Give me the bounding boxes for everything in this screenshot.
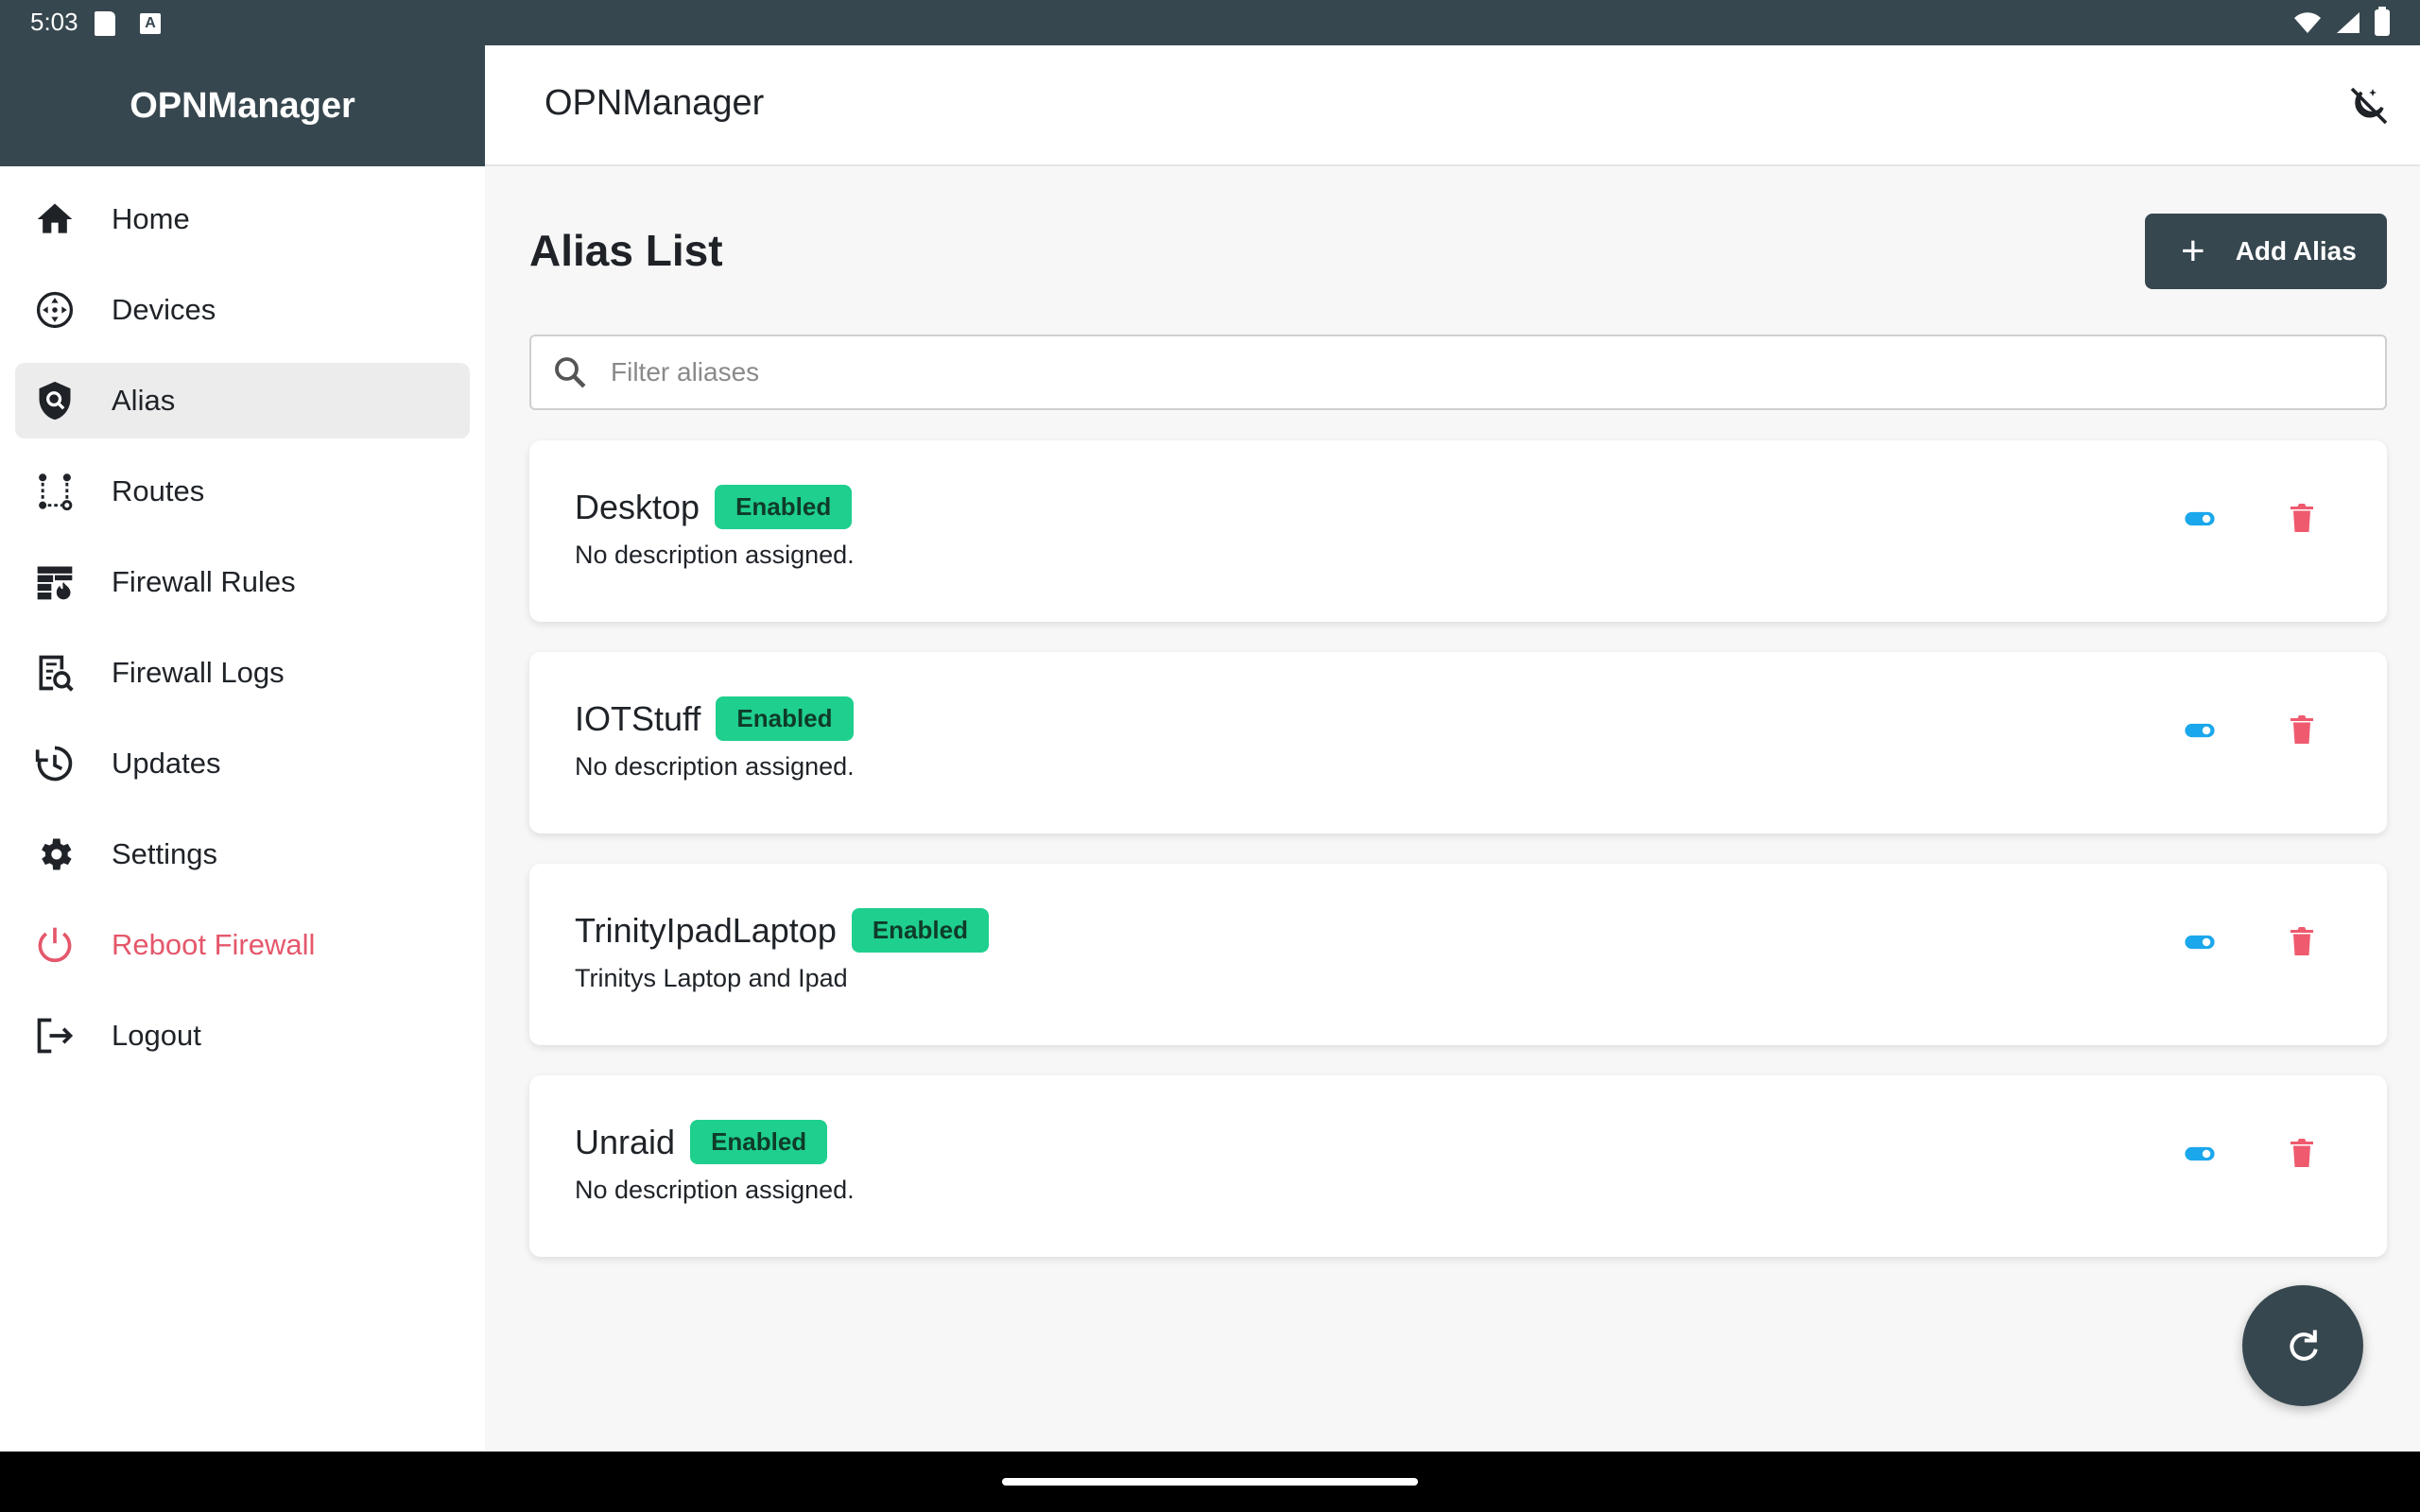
plus-icon: + [2181, 228, 2205, 274]
alias-description: Trinitys Laptop and Ipad [575, 964, 848, 992]
alias-name-row: Unraid Enabled [575, 1120, 828, 1167]
refresh-icon [2290, 1330, 2318, 1361]
alias-card[interactable]: TrinityIpadLaptop Enabled Trinitys Laptop… [529, 864, 2387, 1045]
delete-icon[interactable] [2285, 1134, 2319, 1172]
refresh-button[interactable] [2242, 1285, 2363, 1406]
sidebar-item-label: Reboot Firewall [112, 928, 316, 961]
drawer-nav: Home Devices Alias Routes Firewall Rules [0, 166, 485, 1104]
sidebar-item-settings[interactable]: Settings [15, 816, 470, 892]
alias-name: Desktop [575, 488, 700, 527]
sidebar-item-label: Alias [112, 384, 176, 417]
settings-icon [34, 833, 76, 875]
search-icon [555, 357, 586, 388]
add-alias-button[interactable]: + Add Alias [2145, 214, 2387, 289]
alias-name-row: IOTStuff Enabled [575, 696, 854, 744]
power-icon [34, 924, 76, 966]
signal-icon [2337, 12, 2360, 33]
status-badge: Enabled [716, 696, 854, 741]
sidebar-item-label: Logout [112, 1019, 201, 1052]
alias-name: IOTStuff [575, 699, 701, 739]
toggle-icon[interactable] [2183, 926, 2217, 958]
delete-icon[interactable] [2285, 711, 2319, 748]
sidebar-item-reboot-firewall[interactable]: Reboot Firewall [15, 907, 470, 983]
sidebar-item-label: Routes [112, 474, 205, 507]
status-time: 5:03 [30, 8, 78, 36]
status-badge: Enabled [715, 485, 853, 529]
sidebar-item-label: Settings [112, 837, 218, 870]
alias-name: Unraid [575, 1123, 676, 1162]
main-content: Alias List + Add Alias Desktop Enabled No… [485, 166, 2420, 1452]
logout-icon [34, 1015, 76, 1057]
alias-name: TrinityIpadLaptop [575, 911, 837, 951]
drawer-header: OPNManager [0, 45, 485, 166]
top-app-bar: OPNManager [485, 45, 2420, 166]
firewall-icon [34, 561, 76, 603]
sidebar-item-firewall-logs[interactable]: Firewall Logs [15, 635, 470, 711]
sidebar-item-label: Firewall Rules [112, 565, 296, 598]
sidebar-item-devices[interactable]: Devices [15, 272, 470, 348]
sidebar-item-logout[interactable]: Logout [15, 998, 470, 1074]
status-bar: 5:03 A [0, 0, 2420, 45]
logs-icon [34, 652, 76, 694]
battery-icon [2375, 7, 2390, 36]
app-title: OPNManager [544, 83, 765, 123]
alias-list: Desktop Enabled No description assigned. … [529, 440, 2387, 1287]
alias-card[interactable]: Unraid Enabled No description assigned. [529, 1075, 2387, 1257]
navigation-drawer: OPNManager Home Devices Alias Routes Fir… [0, 45, 485, 1452]
alias-shield-icon [34, 380, 76, 421]
toggle-icon[interactable] [2183, 714, 2217, 747]
toggle-icon[interactable] [2183, 503, 2217, 535]
home-icon [34, 198, 76, 240]
status-badge: Enabled [690, 1120, 828, 1164]
theme-toggle-icon[interactable] [2346, 83, 2392, 129]
page-title: Alias List [529, 226, 723, 275]
wifi-icon [2294, 12, 2321, 33]
sidebar-item-alias[interactable]: Alias [15, 363, 470, 438]
sidebar-item-routes[interactable]: Routes [15, 454, 470, 529]
sidebar-item-label: Home [112, 202, 190, 235]
alias-name-row: Desktop Enabled [575, 485, 853, 532]
updates-icon [34, 743, 76, 784]
sidebar-item-label: Firewall Logs [112, 656, 285, 689]
status-badge: Enabled [851, 908, 989, 953]
sidebar-item-home[interactable]: Home [15, 181, 470, 257]
delete-icon[interactable] [2285, 499, 2319, 537]
alias-description: No description assigned. [575, 541, 855, 569]
toggle-icon[interactable] [2183, 1138, 2217, 1170]
search-input[interactable] [611, 357, 2312, 387]
sidebar-item-label: Updates [112, 747, 221, 780]
sd-card-icon [95, 11, 115, 36]
system-navigation-bar [0, 1452, 2420, 1512]
alias-name-row: TrinityIpadLaptop Enabled [575, 908, 989, 955]
alias-card[interactable]: Desktop Enabled No description assigned. [529, 440, 2387, 622]
alias-card[interactable]: IOTStuff Enabled No description assigned. [529, 652, 2387, 833]
sidebar-item-updates[interactable]: Updates [15, 726, 470, 801]
sidebar-item-firewall-rules[interactable]: Firewall Rules [15, 544, 470, 620]
status-icons [2293, 7, 2390, 36]
routes-icon [34, 471, 76, 512]
devices-icon [34, 289, 76, 331]
delete-icon[interactable] [2285, 922, 2319, 960]
home-gesture-handle[interactable] [1002, 1478, 1418, 1486]
alias-description: No description assigned. [575, 752, 855, 781]
sidebar-item-label: Devices [112, 293, 216, 326]
add-alias-label: Add Alias [2235, 236, 2357, 266]
notification-a-icon: A [140, 13, 161, 34]
search-bar[interactable] [529, 335, 2387, 410]
alias-description: No description assigned. [575, 1176, 855, 1204]
